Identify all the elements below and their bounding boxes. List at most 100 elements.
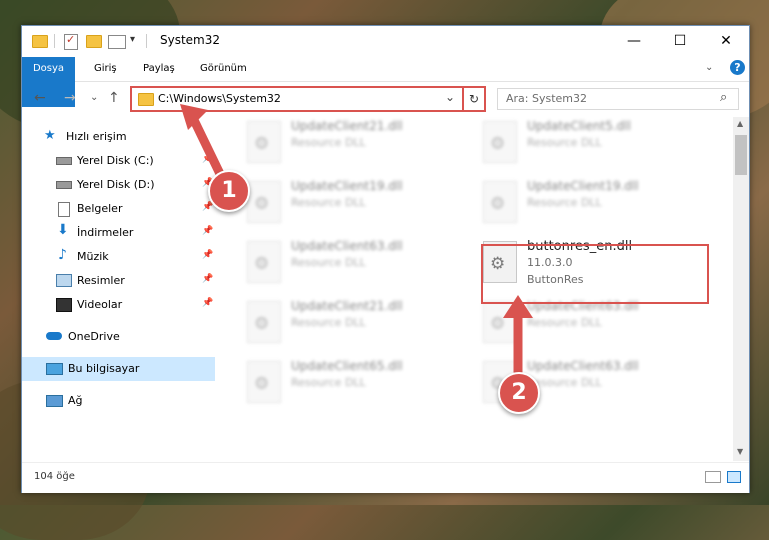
search-box[interactable]: Ara: System32 ⌕ — [497, 88, 739, 110]
refresh-icon: ↻ — [468, 92, 480, 106]
nav-item-label: Yerel Disk (D:) — [77, 178, 155, 191]
back-icon[interactable]: ← — [34, 90, 46, 106]
gear-icon: ⚙ — [254, 194, 270, 214]
nav-item-downloads[interactable]: ⬇ İndirmeler 📌 — [22, 221, 215, 245]
separator — [54, 34, 55, 48]
file-type: Resource DLL — [291, 136, 366, 149]
nav-item-onedrive[interactable]: OneDrive — [22, 325, 215, 349]
file-name: UpdateClient19.dll — [527, 179, 639, 193]
file-item[interactable]: ⚙ UpdateClient63.dll Resource DLL — [483, 297, 703, 347]
pictures-icon — [56, 274, 72, 287]
minimize-button[interactable]: — — [611, 26, 657, 57]
close-button[interactable]: ✕ — [703, 26, 749, 57]
nav-item-music[interactable]: ♪ Müzik 📌 — [22, 245, 215, 269]
scroll-down-icon[interactable]: ▼ — [737, 447, 743, 456]
file-type: Resource DLL — [291, 256, 366, 269]
file-type: Resource DLL — [291, 376, 366, 389]
expand-ribbon-icon[interactable]: ⌄ — [705, 62, 713, 73]
network-icon — [46, 395, 63, 407]
highlight-box — [481, 244, 709, 304]
pin-icon: 📌 — [202, 274, 214, 284]
address-row: ← → ⌄ ↑ C:\Windows\System32 ⌄ ↻ Ara: Sys… — [22, 82, 749, 116]
dll-file-icon: ⚙ — [247, 301, 281, 343]
pin-icon: 📌 — [202, 250, 214, 260]
nav-item-label: Videolar — [77, 298, 123, 311]
nav-item-label: Belgeler — [77, 202, 123, 215]
forward-icon[interactable]: → — [64, 90, 76, 106]
file-item[interactable]: ⚙ UpdateClient63.dll Resource DLL — [247, 237, 467, 287]
search-icon: ⌕ — [720, 90, 728, 105]
cloud-icon — [46, 332, 62, 340]
gear-icon: ⚙ — [254, 254, 270, 274]
gear-icon: ⚙ — [490, 134, 506, 154]
file-item[interactable]: ⚙ UpdateClient65.dll Resource DLL — [247, 357, 467, 407]
file-item[interactable]: ⚙ UpdateClient21.dll Resource DLL — [247, 117, 467, 167]
nav-item-label: İndirmeler — [77, 226, 134, 239]
nav-item-pictures[interactable]: Resimler 📌 — [22, 269, 215, 293]
file-name: UpdateClient19.dll — [291, 179, 403, 193]
file-item[interactable]: ⚙ UpdateClient19.dll Resource DLL — [483, 177, 703, 227]
dll-file-icon: ⚙ — [247, 241, 281, 283]
vertical-scrollbar[interactable]: ▲ ▼ — [733, 117, 749, 461]
search-input[interactable]: Ara: System32 — [506, 92, 587, 105]
large-icons-view-icon[interactable] — [727, 471, 741, 483]
chevron-down-icon[interactable]: ⌄ — [445, 90, 455, 104]
gear-icon: ⚙ — [254, 134, 270, 154]
tab-share[interactable]: Paylaş — [143, 57, 175, 81]
dll-file-icon: ⚙ — [247, 361, 281, 403]
properties-icon[interactable]: ✓ — [64, 33, 78, 50]
file-name: UpdateClient63.dll — [291, 239, 403, 253]
scrollbar-thumb[interactable] — [735, 135, 747, 175]
separator — [146, 34, 147, 48]
callout-step-1: 1 — [208, 170, 250, 212]
nav-item-videos[interactable]: Videolar 📌 — [22, 293, 215, 317]
folder-icon — [138, 93, 154, 106]
explorer-window: ✓ ▾ System32 — ☐ ✕ Dosya Giriş Paylaş Gö… — [21, 25, 750, 493]
title-bar: ✓ ▾ System32 — ☐ ✕ — [22, 26, 749, 57]
scroll-up-icon[interactable]: ▲ — [737, 119, 743, 128]
view-options-icon[interactable] — [108, 35, 126, 49]
up-icon[interactable]: ↑ — [108, 90, 120, 106]
customize-toolbar-icon[interactable]: ▾ — [130, 34, 135, 50]
window-title: System32 — [160, 33, 221, 47]
download-icon: ⬇ — [57, 222, 69, 238]
nav-item-this-pc[interactable]: Bu bilgisayar — [22, 357, 215, 381]
nav-item-network[interactable]: Ağ — [22, 389, 215, 413]
refresh-button[interactable]: ↻ — [462, 86, 486, 112]
nav-item-documents[interactable]: Belgeler 📌 — [22, 197, 215, 221]
address-bar[interactable]: C:\Windows\System32 ⌄ — [130, 86, 464, 112]
ribbon: Dosya Giriş Paylaş Görünüm ⌄ ? — [22, 57, 749, 107]
file-type: Resource DLL — [291, 196, 366, 209]
file-type: Resource DLL — [527, 316, 602, 329]
dll-file-icon: ⚙ — [247, 121, 281, 163]
nav-item-label: Yerel Disk (C:) — [77, 154, 154, 167]
file-type: Resource DLL — [291, 316, 366, 329]
maximize-button[interactable]: ☐ — [657, 26, 703, 57]
nav-item-label: Bu bilgisayar — [68, 362, 140, 375]
recent-locations-icon[interactable]: ⌄ — [90, 92, 98, 103]
tab-view[interactable]: Görünüm — [200, 57, 247, 81]
nav-item-quick-access[interactable]: ★ Hızlı erişim — [22, 125, 215, 149]
file-item[interactable]: ⚙ UpdateClient19.dll Resource DLL — [247, 177, 467, 227]
nav-item-local-disk-d[interactable]: Yerel Disk (D:) 📌 — [22, 173, 215, 197]
gear-icon: ⚙ — [254, 374, 270, 394]
details-view-icon[interactable] — [705, 471, 721, 483]
navigation-pane: ★ Hızlı erişim Yerel Disk (C:) 📌 Yerel D… — [22, 117, 215, 461]
pin-icon: 📌 — [202, 298, 214, 308]
star-icon: ★ — [44, 128, 56, 143]
file-type: Resource DLL — [527, 136, 602, 149]
gear-icon: ⚙ — [490, 194, 506, 214]
help-button[interactable]: ? — [730, 60, 745, 75]
tab-home[interactable]: Giriş — [94, 57, 117, 81]
new-folder-icon[interactable] — [86, 35, 102, 48]
folder-icon — [32, 35, 48, 48]
dll-file-icon: ⚙ — [247, 181, 281, 223]
file-name: UpdateClient5.dll — [527, 119, 631, 133]
nav-item-local-disk-c[interactable]: Yerel Disk (C:) 📌 — [22, 149, 215, 173]
nav-item-label: Müzik — [77, 250, 109, 263]
file-item[interactable]: ⚙ UpdateClient5.dll Resource DLL — [483, 117, 703, 167]
item-count: 104 öğe — [34, 471, 75, 482]
file-name: UpdateClient63.dll — [527, 359, 639, 373]
file-item[interactable]: ⚙ UpdateClient21.dll Resource DLL — [247, 297, 467, 347]
gear-icon: ⚙ — [254, 314, 270, 334]
